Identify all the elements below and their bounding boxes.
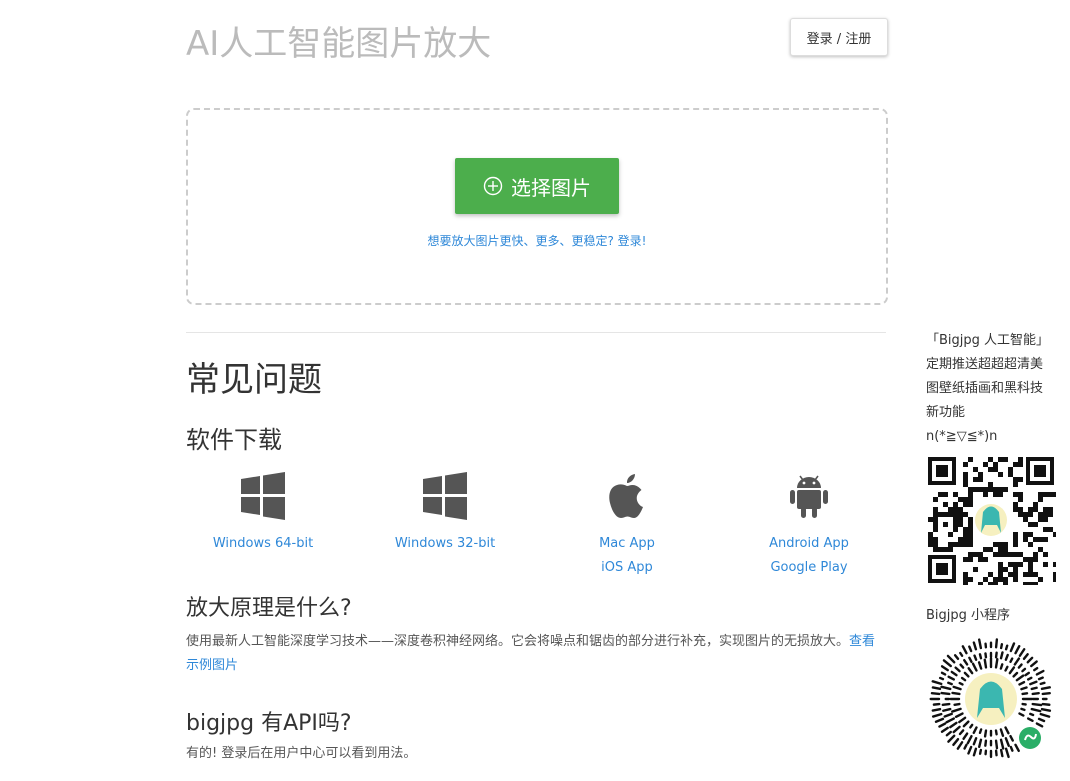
upload-dropzone[interactable]: 选择图片 想要放大图片更快、更多、更稳定? 登录! bbox=[186, 108, 888, 305]
download-windows-32: Windows 32-bit bbox=[354, 470, 536, 556]
download-link[interactable]: iOS App bbox=[536, 556, 718, 580]
download-link[interactable]: Mac App bbox=[536, 532, 718, 556]
download-link[interactable]: Android App bbox=[718, 532, 900, 556]
wechat-promo: 「Bigjpg 人工智能」 定期推送超超超清美 图壁纸插画和黑科技 新功能 n(… bbox=[926, 329, 1066, 449]
promo-line: n(*≧▽≦*)n bbox=[926, 429, 998, 444]
principle-answer: 使用最新人工智能深度学习技术——深度卷积神经网络。它会将噪点和锯齿的部分进行补充… bbox=[186, 630, 886, 678]
login-upsell-link[interactable]: 想要放大图片更快、更多、更稳定? 登录! bbox=[188, 232, 886, 249]
wechat-qr-code bbox=[926, 455, 1056, 585]
api-question: bigjpg 有API吗? bbox=[186, 711, 352, 736]
plus-circle-icon bbox=[483, 176, 503, 196]
download-windows-64: Windows 64-bit bbox=[172, 470, 354, 556]
principle-text: 使用最新人工智能深度学习技术——深度卷积神经网络。它会将噪点和锯齿的部分进行补充… bbox=[186, 634, 850, 649]
miniprogram-label: Bigjpg 小程序 bbox=[926, 608, 1011, 623]
download-android: Android App Google Play bbox=[718, 470, 900, 580]
windows-icon bbox=[423, 472, 467, 520]
promo-line: 定期推送超超超清美 bbox=[926, 357, 1044, 372]
download-link[interactable]: Windows 32-bit bbox=[354, 532, 536, 556]
download-link[interactable]: Google Play bbox=[718, 556, 900, 580]
miniprogram-code bbox=[926, 634, 1056, 764]
select-image-button[interactable]: 选择图片 bbox=[455, 158, 619, 214]
login-register-button[interactable]: 登录 / 注册 bbox=[790, 18, 888, 56]
download-title: 软件下载 bbox=[186, 426, 282, 454]
promo-line: 「Bigjpg 人工智能」 bbox=[926, 333, 1050, 348]
windows-icon bbox=[241, 472, 285, 520]
divider bbox=[186, 332, 886, 333]
faq-title: 常见问题 bbox=[186, 360, 322, 400]
api-answer: 有的! 登录后在用户中心可以看到用法。 bbox=[186, 746, 417, 761]
site-title: AI人工智能图片放大 bbox=[186, 24, 492, 64]
promo-line: 图壁纸插画和黑科技 bbox=[926, 381, 1044, 396]
download-link[interactable]: Windows 64-bit bbox=[172, 532, 354, 556]
select-image-label: 选择图片 bbox=[511, 175, 591, 200]
apple-icon bbox=[609, 474, 643, 518]
promo-line: 新功能 bbox=[926, 405, 966, 420]
principle-question: 放大原理是什么? bbox=[186, 596, 352, 621]
android-icon bbox=[790, 475, 828, 518]
download-apple: Mac App iOS App bbox=[536, 470, 718, 580]
